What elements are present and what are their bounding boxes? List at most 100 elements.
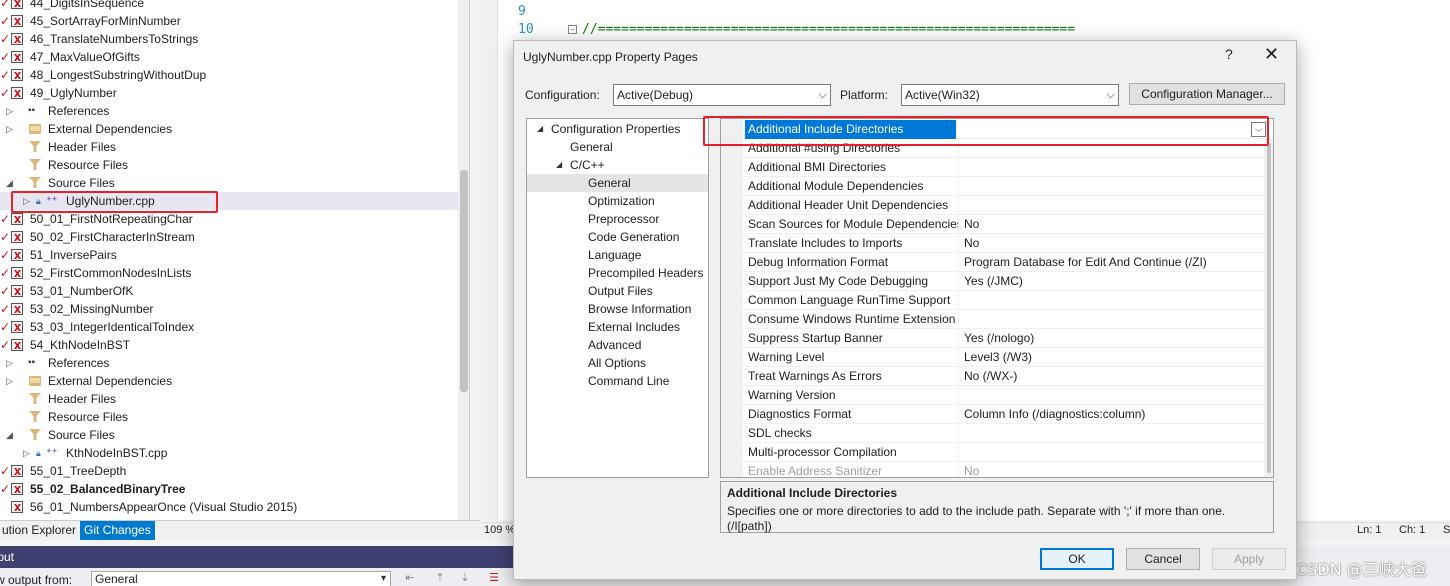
category-item[interactable]: General (527, 138, 708, 156)
property-row[interactable]: Additional Header Unit Dependencies (743, 196, 1273, 215)
category-item[interactable]: Code Generation (527, 228, 708, 246)
configuration-select[interactable]: Active(Debug) ⌵ (613, 84, 831, 106)
property-grid-scrollbar-thumb[interactable] (1267, 143, 1271, 473)
solution-scrollbar[interactable] (458, 0, 469, 520)
property-value[interactable] (961, 196, 1273, 215)
property-row[interactable]: Multi-processor Compilation (743, 443, 1273, 462)
output-header: tput (0, 546, 520, 568)
zoom-level[interactable]: 109 % (484, 524, 515, 536)
category-item[interactable]: ◢ Configuration Properties (527, 120, 708, 138)
property-name: Common Language RunTime Support (745, 291, 959, 310)
checked-in-icon: ✓ (0, 320, 11, 334)
property-row[interactable]: Scan Sources for Module Dependencies No (743, 215, 1273, 234)
property-row[interactable]: Treat Warnings As Errors No (/WX-) (743, 367, 1273, 386)
property-row[interactable]: SDL checks (743, 424, 1273, 443)
property-grid-scrollbar[interactable] (1264, 139, 1273, 477)
configuration-manager-button[interactable]: Configuration Manager... (1129, 83, 1285, 105)
property-row[interactable]: Warning Level Level3 (/W3) (743, 348, 1273, 367)
checked-in-icon: ✓ (0, 482, 11, 496)
platform-select[interactable]: Active(Win32) ⌵ (901, 84, 1119, 106)
category-item[interactable]: Language (527, 246, 708, 264)
property-value[interactable] (961, 291, 1273, 310)
solution-scrollbar-thumb[interactable] (460, 170, 468, 392)
property-value[interactable]: No (961, 462, 1273, 477)
solution-item-label: 45_SortArrayForMinNumber (30, 14, 181, 28)
property-row[interactable]: Enable Address Sanitizer No (743, 462, 1273, 477)
property-value[interactable]: Program Database for Edit And Continue (… (961, 253, 1273, 272)
cpp-project-icon (11, 87, 23, 99)
collapse-icon[interactable]: ◢ (537, 120, 543, 138)
collapse-icon[interactable]: ◢ (6, 174, 13, 192)
category-item[interactable]: Precompiled Headers (527, 264, 708, 282)
property-row[interactable]: Diagnostics Format Column Info (/diagnost… (743, 405, 1273, 424)
category-item[interactable]: Advanced (527, 336, 708, 354)
property-row[interactable]: Debug Information Format Program Database… (743, 253, 1273, 272)
solution-item-label: 53_01_NumberOfK (30, 284, 134, 298)
tab-solution-explorer[interactable]: ution Explorer (0, 521, 80, 540)
collapse-icon[interactable]: ◢ (6, 426, 13, 444)
category-item[interactable]: Command Line (527, 372, 708, 390)
property-value[interactable] (961, 443, 1273, 462)
next-message-icon[interactable]: ⇣ (455, 571, 475, 586)
goto-previous-icon[interactable]: ⇤ (400, 571, 420, 586)
category-item[interactable]: Browse Information (527, 300, 708, 318)
category-item[interactable]: ◢ C/C++ (527, 156, 708, 174)
property-value[interactable]: Yes (/nologo) (961, 329, 1273, 348)
property-value[interactable]: Yes (/JMC) (961, 272, 1273, 291)
checked-in-icon: ✓ (0, 212, 11, 226)
apply-button[interactable]: Apply (1212, 548, 1286, 570)
cancel-button[interactable]: Cancel (1126, 548, 1200, 570)
solution-item-label: 55_01_TreeDepth (30, 464, 127, 478)
expand-icon[interactable]: ▷ (6, 120, 13, 138)
property-row[interactable]: Consume Windows Runtime Extension (743, 310, 1273, 329)
cpp-file-icon: ⁺⁺ (46, 447, 58, 459)
help-icon[interactable]: ? (1225, 46, 1233, 62)
property-value[interactable]: No (961, 215, 1273, 234)
property-row[interactable]: Translate Includes to Imports No (743, 234, 1273, 253)
category-item[interactable]: Preprocessor (527, 210, 708, 228)
category-label: Language (588, 248, 642, 262)
cpp-project-icon (11, 15, 23, 27)
property-value[interactable] (961, 310, 1273, 329)
expand-icon[interactable]: ▷ (23, 444, 30, 462)
clear-all-icon[interactable]: ☰ (484, 571, 504, 586)
category-item[interactable]: External Includes (527, 318, 708, 336)
property-description: Additional Include Directories Specifies… (720, 481, 1274, 533)
solution-item-label: Header Files (48, 392, 117, 406)
expand-icon[interactable]: ▷ (6, 372, 13, 390)
property-value[interactable] (961, 158, 1273, 177)
property-row[interactable]: Additional BMI Directories (743, 158, 1273, 177)
property-row[interactable]: Warning Version (743, 386, 1273, 405)
cpp-project-icon (11, 231, 23, 243)
property-row[interactable]: Additional Module Dependencies (743, 177, 1273, 196)
property-value[interactable]: No (961, 234, 1273, 253)
property-value[interactable] (961, 424, 1273, 443)
expand-icon[interactable]: ▷ (6, 102, 13, 120)
category-item[interactable]: General (527, 174, 708, 192)
category-item[interactable]: Optimization (527, 192, 708, 210)
output-source-select[interactable]: General (91, 571, 391, 586)
close-icon[interactable]: ✕ (1264, 44, 1279, 65)
property-value[interactable] (961, 386, 1273, 405)
category-item[interactable]: All Options (527, 354, 708, 372)
solution-item-label: References (48, 356, 110, 370)
previous-message-icon[interactable]: ⇡ (430, 571, 450, 586)
category-item[interactable]: Output Files (527, 282, 708, 300)
property-row[interactable]: Support Just My Code Debugging Yes (/JMC) (743, 272, 1273, 291)
line-indicator: Ln: 1 (1357, 524, 1382, 536)
filter-folder-icon (29, 159, 41, 171)
ok-button[interactable]: OK (1040, 548, 1114, 570)
collapse-icon[interactable]: ◢ (556, 156, 562, 174)
property-row[interactable]: Suppress Startup Banner Yes (/nologo) (743, 329, 1273, 348)
property-name: Consume Windows Runtime Extension (745, 310, 959, 329)
property-row[interactable]: Common Language RunTime Support (743, 291, 1273, 310)
property-value[interactable]: Level3 (/W3) (961, 348, 1273, 367)
fold-collapse-icon[interactable]: − (568, 25, 577, 34)
property-value[interactable]: No (/WX-) (961, 367, 1273, 386)
property-value[interactable]: Column Info (/diagnostics:column) (961, 405, 1273, 424)
output-source-label: w output from: (0, 573, 73, 586)
expand-icon[interactable]: ▷ (6, 354, 13, 372)
property-value[interactable] (961, 177, 1273, 196)
tab-git-changes[interactable]: Git Changes (80, 521, 155, 540)
chevron-down-icon: ⌵ (818, 89, 827, 101)
